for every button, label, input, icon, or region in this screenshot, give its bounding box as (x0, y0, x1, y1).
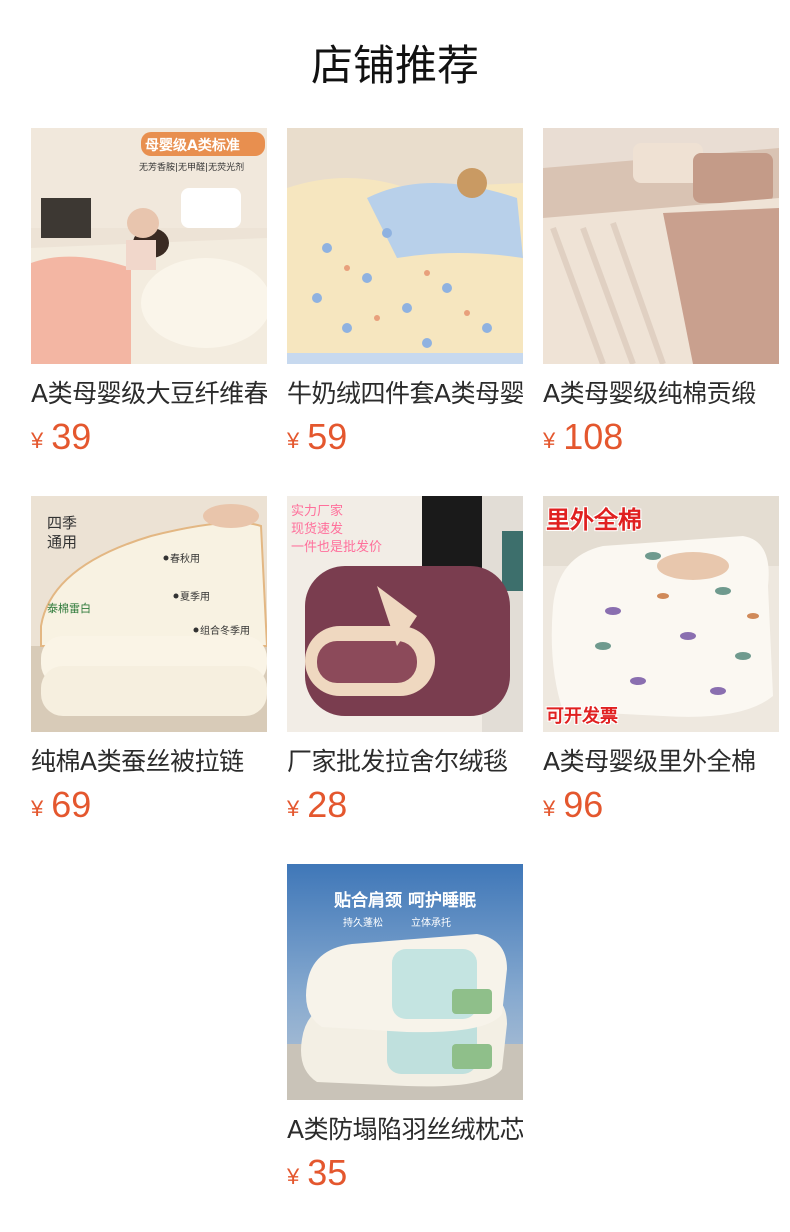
product-card[interactable]: 里外全棉 可开发票 A类母婴级里外全棉 ¥96 (543, 496, 779, 826)
section-title: 店铺推荐 (310, 41, 479, 90)
product-photo (543, 128, 779, 364)
image-badge: 无芳香胺|无甲醛|无荧光剂 (139, 163, 245, 173)
product-title[interactable]: 纯棉A类蚕丝被拉链 (31, 745, 267, 779)
price-amount: 35 (307, 1152, 348, 1193)
image-badge: 现货速发 (291, 522, 344, 537)
image-badge: 立体承托 (411, 918, 451, 929)
product-card[interactable]: 母婴级A类标准 无芳香胺|无甲醛|无荧光剂 A类母婴级大豆纤维春 ¥39 (31, 128, 267, 458)
product-image[interactable]: 贴合肩颈 呵护睡眠 持久蓬松 立体承托 (287, 864, 523, 1100)
image-badge: 可开发票 (546, 706, 618, 727)
product-image[interactable] (287, 128, 523, 364)
product-title[interactable]: A类母婴级纯棉贡缎 (543, 377, 779, 411)
currency-symbol: ¥ (543, 796, 556, 821)
image-badge: 一件也是批发价 (291, 540, 383, 555)
image-badge: 春秋用 (170, 554, 200, 565)
product-price: ¥69 (31, 784, 267, 826)
product-image[interactable] (543, 128, 779, 364)
currency-symbol: ¥ (31, 428, 44, 453)
product-title[interactable]: 牛奶绒四件套A类母婴 (287, 377, 523, 411)
price-amount: 39 (51, 416, 92, 457)
product-card[interactable]: 牛奶绒四件套A类母婴 ¥59 (287, 128, 523, 458)
product-price: ¥96 (543, 784, 779, 826)
product-card[interactable]: 实力厂家 现货速发 一件也是批发价 厂家批发拉舍尔绒毯 ¥28 (287, 496, 523, 826)
price-amount: 96 (563, 784, 604, 825)
product-title[interactable]: A类防塌陷羽丝绒枕芯 (287, 1113, 523, 1147)
product-price: ¥108 (543, 416, 779, 458)
product-image[interactable]: 母婴级A类标准 无芳香胺|无甲醛|无荧光剂 (31, 128, 267, 364)
price-amount: 59 (307, 416, 348, 457)
currency-symbol: ¥ (287, 428, 300, 453)
product-price: ¥28 (287, 784, 523, 826)
price-amount: 108 (563, 416, 624, 457)
image-badge: 实力厂家 (291, 504, 344, 519)
image-badge: 贴合肩颈 呵护睡眠 (334, 891, 476, 911)
product-photo (287, 128, 523, 364)
product-price: ¥59 (287, 416, 523, 458)
image-badge: 持久蓬松 (343, 918, 383, 929)
image-badge: 组合冬季用 (200, 626, 250, 637)
image-badge: 通用 (47, 533, 78, 551)
currency-symbol: ¥ (543, 428, 556, 453)
image-badge: 里外全棉 (546, 506, 642, 534)
product-card[interactable]: 四季 通用 春秋用 夏季用 组合冬季用 泰棉雷白 纯棉A类蚕丝被拉链 ¥69 (31, 496, 267, 826)
product-title[interactable]: 厂家批发拉舍尔绒毯 (287, 745, 523, 779)
image-badge: 四季 (47, 514, 78, 532)
currency-symbol: ¥ (287, 796, 300, 821)
product-image[interactable]: 实力厂家 现货速发 一件也是批发价 (287, 496, 523, 732)
image-badge: 母婴级A类标准 (145, 138, 240, 154)
currency-symbol: ¥ (287, 1164, 300, 1189)
product-title[interactable]: A类母婴级里外全棉 (543, 745, 779, 779)
image-badge: 泰棉雷白 (47, 602, 91, 615)
product-image[interactable]: 里外全棉 可开发票 (543, 496, 779, 732)
product-price: ¥35 (287, 1152, 523, 1194)
product-price: ¥39 (31, 416, 267, 458)
product-card[interactable]: A类母婴级纯棉贡缎 ¥108 (543, 128, 779, 458)
product-card[interactable]: 贴合肩颈 呵护睡眠 持久蓬松 立体承托 A类防塌陷羽丝绒枕芯 ¥35 (287, 864, 523, 1194)
currency-symbol: ¥ (31, 796, 44, 821)
price-amount: 28 (307, 784, 348, 825)
product-image[interactable]: 四季 通用 春秋用 夏季用 组合冬季用 泰棉雷白 (31, 496, 267, 732)
image-badge: 夏季用 (180, 592, 210, 603)
product-title[interactable]: A类母婴级大豆纤维春 (31, 377, 267, 411)
price-amount: 69 (51, 784, 92, 825)
